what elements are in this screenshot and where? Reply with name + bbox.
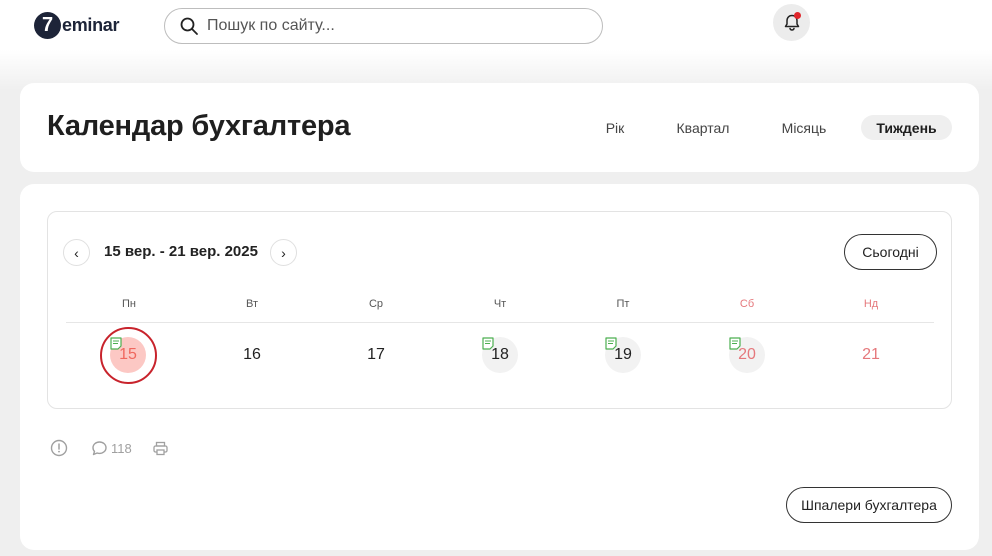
weekday-sun: Нд [863, 298, 879, 310]
print-button[interactable] [152, 439, 169, 457]
report-error-button[interactable] [50, 439, 68, 457]
notifications-button[interactable] [773, 4, 810, 41]
event-note-icon [729, 337, 741, 350]
title-card: Календар бухгалтера Рік Квартал Місяць Т… [20, 83, 979, 172]
printer-icon [153, 441, 168, 455]
annotation-circle [100, 327, 157, 384]
search-bar[interactable] [164, 8, 603, 44]
next-week-button[interactable]: › [270, 239, 297, 266]
chevron-left-icon: ‹ [74, 244, 79, 261]
notification-dot [794, 12, 801, 19]
exclamation-circle-icon [50, 439, 68, 457]
comments-count: 118 [111, 440, 132, 456]
weekday-fri: Пт [616, 298, 630, 310]
search-icon [180, 17, 198, 35]
event-note-icon [482, 337, 494, 350]
day-17[interactable]: 17 [358, 337, 394, 373]
accountant-wallpaper-button[interactable]: Шпалери бухгалтера [786, 487, 952, 523]
event-note-icon [605, 337, 617, 350]
chevron-right-icon: › [281, 244, 286, 261]
weekday-wed: Ср [368, 298, 384, 310]
site-header: 7 eminar [0, 0, 992, 50]
weekday-sat: Сб [739, 298, 755, 310]
site-logo[interactable]: 7 eminar [34, 11, 120, 39]
tab-month[interactable]: Місяць [772, 115, 836, 140]
tab-week[interactable]: Тиждень [861, 115, 952, 140]
search-input[interactable] [207, 17, 587, 35]
page-title: Календар бухгалтера [47, 110, 351, 142]
comment-icon [92, 440, 107, 455]
logo-badge: 7 [34, 11, 61, 39]
week-calendar: ‹ 15 вер. - 21 вер. 2025 › Сьогодні Пн В… [47, 211, 952, 409]
logo-text: eminar [62, 14, 120, 35]
header-divider [66, 322, 934, 323]
comments-button[interactable]: 118 [91, 439, 132, 457]
weekday-thu: Чт [493, 298, 507, 310]
prev-week-button[interactable]: ‹ [63, 239, 90, 266]
weekday-mon: Пн [122, 298, 136, 310]
tab-year[interactable]: Рік [597, 115, 633, 140]
calendar-card: ‹ 15 вер. - 21 вер. 2025 › Сьогодні Пн В… [20, 184, 979, 550]
today-button[interactable]: Сьогодні [844, 234, 937, 270]
day-16[interactable]: 16 [234, 337, 270, 373]
tab-quarter[interactable]: Квартал [668, 115, 738, 140]
weekday-tue: Вт [245, 298, 258, 310]
day-21[interactable]: 21 [853, 337, 889, 373]
week-range: 15 вер. - 21 вер. 2025 [104, 243, 258, 260]
